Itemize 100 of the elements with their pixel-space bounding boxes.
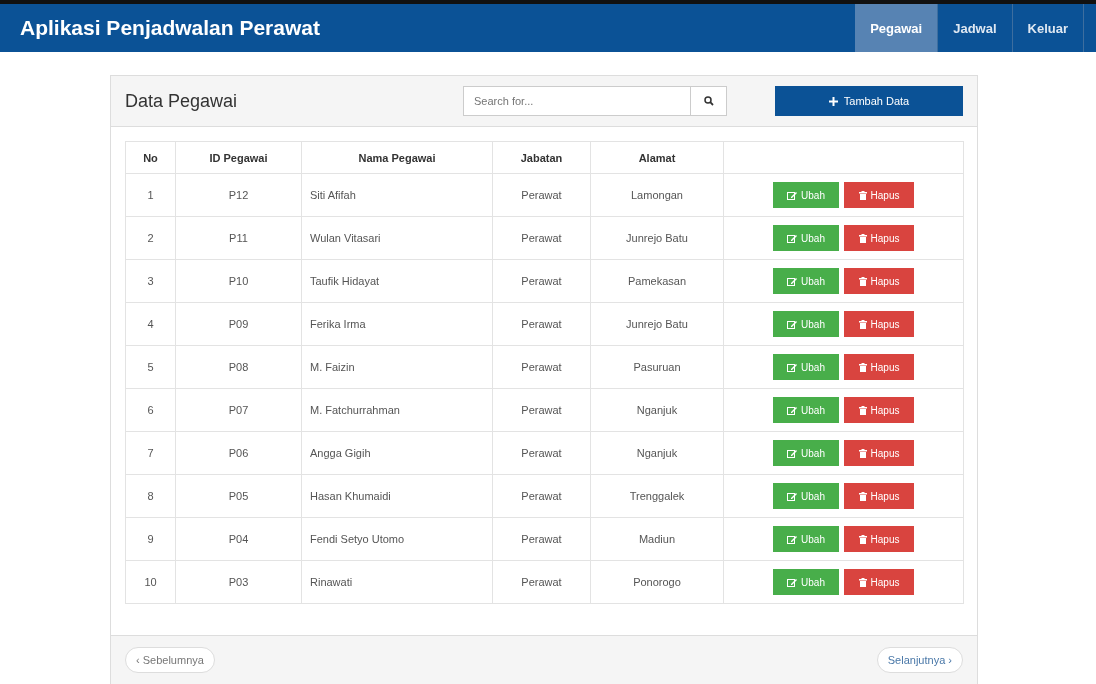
- table-cell: P12: [175, 173, 302, 217]
- table-cell: P11: [175, 216, 302, 260]
- delete-button[interactable]: Hapus: [844, 569, 914, 595]
- table-cell: Ferika Irma: [301, 302, 493, 346]
- column-header: Nama Pegawai: [301, 141, 493, 174]
- delete-button[interactable]: Hapus: [844, 440, 914, 466]
- table-cell: Perawat: [492, 431, 591, 475]
- edit-icon: [787, 190, 798, 200]
- edit-button[interactable]: Ubah: [773, 440, 839, 466]
- table-cell: Fendi Setyo Utomo: [301, 517, 493, 561]
- trash-icon: [858, 233, 867, 243]
- table-cell: P08: [175, 345, 302, 389]
- trash-icon: [858, 491, 867, 501]
- trash-icon: [858, 448, 867, 458]
- edit-button[interactable]: Ubah: [773, 354, 839, 380]
- table-cell: Perawat: [492, 259, 591, 303]
- table-cell: Wulan Vitasari: [301, 216, 493, 260]
- edit-icon: [787, 448, 798, 458]
- table-cell: 1: [125, 173, 176, 217]
- table-cell: 3: [125, 259, 176, 303]
- trash-icon: [858, 577, 867, 587]
- add-button[interactable]: Tambah Data: [775, 86, 963, 116]
- table-cell: Ponorogo: [590, 560, 724, 604]
- edit-icon: [787, 233, 798, 243]
- table-cell: P09: [175, 302, 302, 346]
- edit-button[interactable]: Ubah: [773, 526, 839, 552]
- delete-button[interactable]: Hapus: [844, 354, 914, 380]
- delete-button[interactable]: Hapus: [844, 483, 914, 509]
- table-cell: Nganjuk: [590, 388, 724, 432]
- nav-tab[interactable]: Pegawai: [855, 4, 939, 52]
- edit-button[interactable]: Ubah: [773, 397, 839, 423]
- panel-title: Data Pegawai: [125, 90, 239, 112]
- previous-button[interactable]: ‹ Sebelumnya: [125, 647, 215, 673]
- table-cell: Perawat: [492, 173, 591, 217]
- table-cell: Perawat: [492, 345, 591, 389]
- table-cell: 8: [125, 474, 176, 518]
- trash-icon: [858, 534, 867, 544]
- trash-icon: [858, 362, 867, 372]
- table-cell: Lamongan: [590, 173, 724, 217]
- edit-button[interactable]: Ubah: [773, 311, 839, 337]
- table-cell: Perawat: [492, 517, 591, 561]
- table-cell: Madiun: [590, 517, 724, 561]
- delete-button[interactable]: Hapus: [844, 526, 914, 552]
- delete-button[interactable]: Hapus: [844, 225, 914, 251]
- delete-button[interactable]: Hapus: [844, 182, 914, 208]
- trash-icon: [858, 319, 867, 329]
- table-cell: 6: [125, 388, 176, 432]
- nav-tab[interactable]: Jadwal: [938, 4, 1013, 52]
- search-field[interactable]: Search for...: [463, 86, 691, 116]
- search-button[interactable]: [691, 86, 727, 116]
- app-title: Aplikasi Penjadwalan Perawat: [19, 15, 321, 41]
- delete-button[interactable]: Hapus: [844, 397, 914, 423]
- table-cell: Pasuruan: [590, 345, 724, 389]
- search-icon: [703, 96, 714, 106]
- table-cell: 4: [125, 302, 176, 346]
- table-cell: P03: [175, 560, 302, 604]
- edit-icon: [787, 362, 798, 372]
- table-cell: Junrejo Batu: [590, 302, 724, 346]
- table-cell: 7: [125, 431, 176, 475]
- table-cell: Angga Gigih: [301, 431, 493, 475]
- table-cell: M. Faizin: [301, 345, 493, 389]
- edit-button[interactable]: Ubah: [773, 569, 839, 595]
- edit-button[interactable]: Ubah: [773, 182, 839, 208]
- column-header: No: [125, 141, 176, 174]
- edit-button[interactable]: Ubah: [773, 483, 839, 509]
- table-cell: Perawat: [492, 302, 591, 346]
- table-cell: Rinawati: [301, 560, 493, 604]
- table-cell: P10: [175, 259, 302, 303]
- edit-button[interactable]: Ubah: [773, 225, 839, 251]
- table-cell: P04: [175, 517, 302, 561]
- edit-button[interactable]: Ubah: [773, 268, 839, 294]
- table-cell: P05: [175, 474, 302, 518]
- edit-icon: [787, 405, 798, 415]
- table-cell: Pamekasan: [590, 259, 724, 303]
- plus-icon: [828, 96, 838, 106]
- edit-icon: [787, 491, 798, 501]
- delete-button[interactable]: Hapus: [844, 268, 914, 294]
- column-header: ID Pegawai: [175, 141, 302, 174]
- table-cell: Perawat: [492, 474, 591, 518]
- table-cell: Siti Afifah: [301, 173, 493, 217]
- column-header: Jabatan: [492, 141, 591, 174]
- nav-tab[interactable]: Keluar: [1012, 4, 1084, 52]
- edit-icon: [787, 534, 798, 544]
- trash-icon: [858, 276, 867, 286]
- table-cell: Junrejo Batu: [590, 216, 724, 260]
- table-cell: 9: [125, 517, 176, 561]
- edit-icon: [787, 319, 798, 329]
- table-cell: Perawat: [492, 216, 591, 260]
- table-cell: M. Fatchurrahman: [301, 388, 493, 432]
- table-cell: Hasan Khumaidi: [301, 474, 493, 518]
- table-cell: Perawat: [492, 560, 591, 604]
- delete-button[interactable]: Hapus: [844, 311, 914, 337]
- table-cell: 10: [125, 560, 176, 604]
- trash-icon: [858, 405, 867, 415]
- table-cell: Perawat: [492, 388, 591, 432]
- column-header: Alamat: [590, 141, 724, 174]
- table-cell: Taufik Hidayat: [301, 259, 493, 303]
- trash-icon: [858, 190, 867, 200]
- next-button[interactable]: Selanjutnya ›: [876, 647, 963, 673]
- edit-icon: [787, 276, 798, 286]
